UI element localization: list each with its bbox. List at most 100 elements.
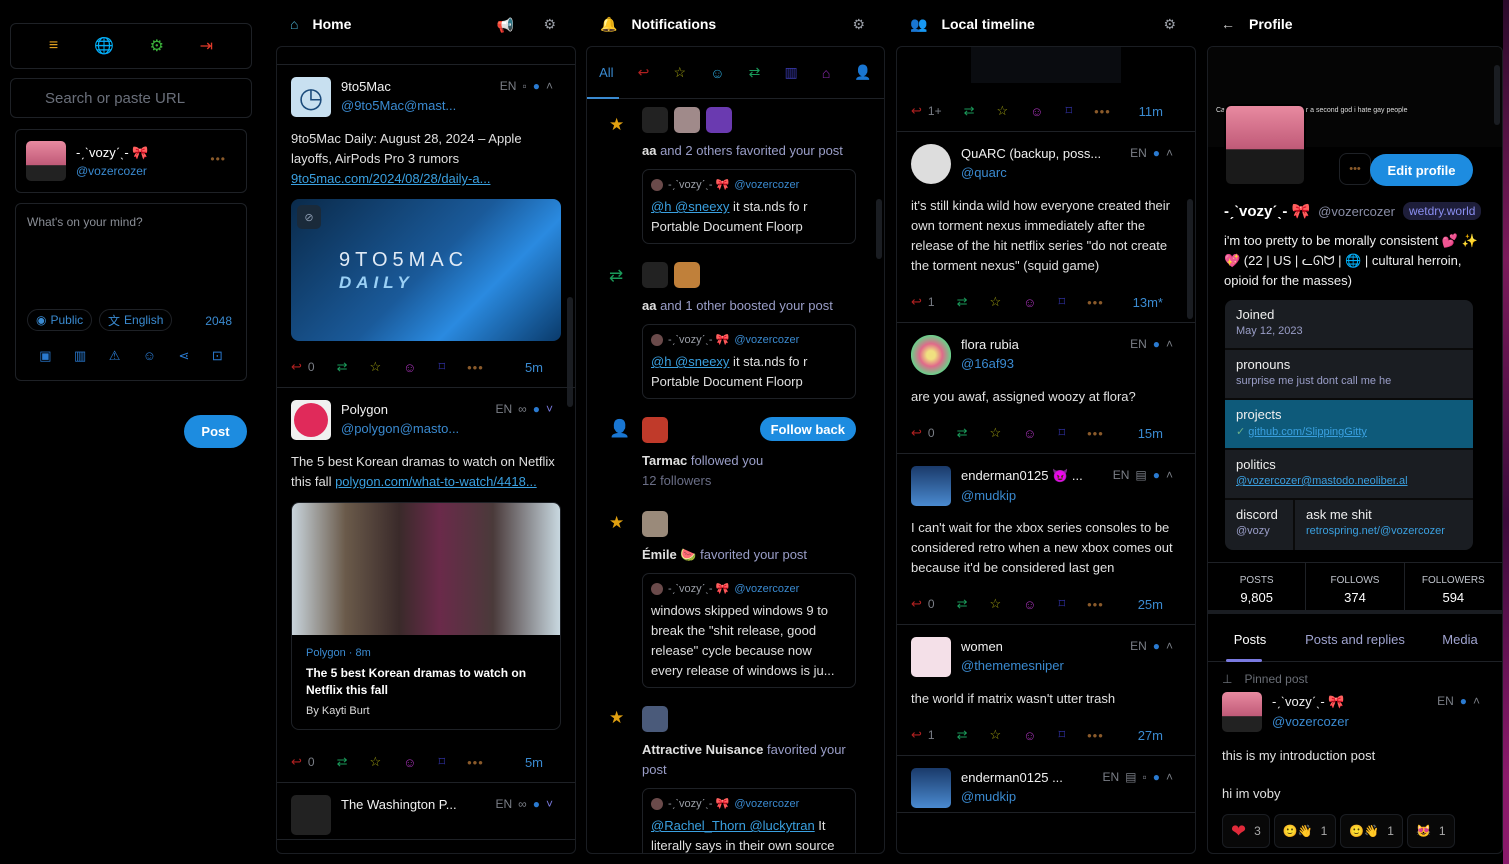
bookmark-icon[interactable]: ⌑ [1058,425,1065,441]
more-icon[interactable]: ••• [1087,295,1104,310]
avatar[interactable] [1222,692,1262,732]
handle[interactable]: @mudkip [961,488,1083,503]
avatar[interactable]: ◷ [291,77,331,117]
avatar[interactable] [642,417,668,443]
reaction-button[interactable]: 🙂👋 1 [1273,814,1337,848]
status[interactable]: ↩ 1+ ⇄ ☆ ☺ ⌑ ••• 11m [897,47,1195,132]
post-button[interactable]: Post [184,415,247,448]
avatar[interactable] [911,768,951,808]
tab-media[interactable]: Media [1418,622,1502,661]
reaction-button[interactable]: ❤ 3 [1222,814,1270,848]
reply-icon[interactable]: ↩ [911,596,922,612]
more-icon[interactable]: ••• [467,755,484,770]
react-icon[interactable]: ☺ [1023,728,1036,743]
tab-favorites[interactable]: ☆ [674,64,687,81]
schedule-icon[interactable]: ⊡ [212,348,223,364]
menu-icon[interactable]: ≡ [49,37,58,55]
status[interactable]: QuARC (backup, poss... @quarc EN ● ˄ it's s… [897,132,1195,323]
collapse-icon[interactable]: ˄ [1473,694,1480,708]
status-link[interactable]: 9to5mac.com/2024/08/28/daily-a... [291,171,490,186]
quoted-post[interactable]: -ˏˋvozyˊˎ- 🎀 @vozercozer @h @sneexy it sta… [642,324,856,399]
status-link[interactable]: polygon.com/what-to-watch/4418... [335,474,537,489]
scrollbar[interactable] [1494,65,1500,125]
timestamp[interactable]: 15m [1138,426,1163,441]
logout-icon[interactable]: ⇥ [200,36,213,56]
avatar[interactable] [642,511,668,537]
mention-link[interactable]: @h @sneexy [651,199,729,214]
notification-item[interactable]: 👤 Follow back Tarmac followed you 12 fol… [587,417,884,491]
globe-icon[interactable]: 🌐 [94,36,114,56]
star-icon[interactable]: ☆ [990,727,1002,743]
stat-followers[interactable]: FOLLOWERS 594 [1405,563,1502,610]
collapse-icon[interactable]: ˄ [1166,146,1173,160]
react-icon[interactable]: ☺ [1023,426,1036,441]
tab-boosts[interactable]: ⇄ [749,64,761,81]
share-icon[interactable]: ⋖ [179,348,190,364]
mention-link[interactable]: @Rachel_Thorn @luckytran [651,818,815,833]
boost-icon[interactable]: ⇄ [957,425,968,441]
quoted-post[interactable]: -ˏˋvozyˊˎ- 🎀 @vozercozer @h @sneexy it sta… [642,169,856,244]
gear-icon[interactable]: ⚙ [1163,16,1176,33]
status[interactable]: flora rubia @16af93 EN ● ˄ are you awaf, as… [897,323,1195,454]
reply-icon[interactable]: ↩ [911,294,922,310]
reply-icon[interactable]: ↩ [911,727,922,743]
react-icon[interactable]: ☺ [1023,295,1036,310]
bookmark-icon[interactable]: ⌑ [438,359,445,375]
more-icon[interactable]: ••• [1339,153,1371,185]
back-arrow-icon[interactable]: ← [1221,16,1235,32]
more-icon[interactable]: ••• [1087,597,1104,612]
avatar[interactable] [911,335,951,375]
profile-avatar[interactable] [1224,104,1306,186]
boost-icon[interactable]: ⇄ [337,754,348,770]
handle[interactable]: @16af93 [961,356,1019,371]
star-icon[interactable]: ☆ [370,754,382,770]
star-icon[interactable]: ☆ [997,103,1009,119]
boost-icon[interactable]: ⇄ [957,294,968,310]
poll-icon[interactable]: ▥ [74,348,86,364]
link-card[interactable]: Polygon · 8m The 5 best Korean dramas to … [291,502,561,730]
expand-icon[interactable]: ˅ [546,402,553,416]
status[interactable]: enderman0125 ... @mudkip EN ▤ ▫ ● ˄ [897,756,1195,813]
compose-box[interactable]: What's on your mind? ◉ Public 文 English 20… [15,203,247,381]
ask-link[interactable]: retrospring.net/@vozercozer [1306,525,1445,537]
media-icon[interactable]: ▣ [39,348,51,364]
bookmark-icon[interactable]: ⌑ [1058,294,1065,310]
notification-item[interactable]: ⇄ aa and 1 other boosted your post -ˏˋvo… [587,262,884,399]
gear-icon[interactable]: ⚙ [543,16,556,33]
bookmark-icon[interactable]: ⌑ [1065,103,1072,119]
tab-polls[interactable]: ▥ [784,64,797,81]
status[interactable]: Polygon @polygon@masto... EN ∞ ● ˅ The 5 bes… [277,388,575,783]
collapse-icon[interactable]: ˄ [1166,468,1173,482]
avatar[interactable] [642,262,668,288]
status[interactable]: women @thememesniper EN ● ˄ the world if ma… [897,625,1195,756]
avatar[interactable] [674,107,700,133]
status[interactable]: enderman0125 😈 ... @mudkip EN ▤ ● ˄ I can't … [897,454,1195,625]
announcements-icon[interactable]: 📢 [497,17,514,34]
boost-icon[interactable]: ⇄ [964,103,975,119]
timestamp[interactable]: 27m [1138,728,1163,743]
collapse-icon[interactable]: ˄ [1166,639,1173,653]
star-icon[interactable]: ☆ [370,359,382,375]
content-warning-icon[interactable]: ⚠ [109,348,121,364]
boost-icon[interactable]: ⇄ [337,359,348,375]
media-image[interactable]: ⊘ 9TO5MAC DAILY [291,199,561,341]
tab-posts-and-replies[interactable]: Posts and replies [1292,622,1418,661]
visibility-button[interactable]: ◉ Public [27,309,93,331]
more-icon[interactable]: ••• [1087,426,1104,441]
handle[interactable]: @thememesniper [961,658,1064,673]
emoji-icon[interactable]: ☺ [143,348,156,364]
tab-follows[interactable]: 👤 [854,64,871,81]
notification-item[interactable]: ★ aa and 2 others favorited your post -ˏ… [587,107,884,244]
more-icon[interactable]: ••• [1094,104,1111,119]
timestamp[interactable]: 11m [1139,104,1163,119]
timestamp[interactable]: 5m [525,755,543,770]
pinned-status[interactable]: -ˏˋvozyˊˎ- 🎀 @vozercozer EN ● ˄ this is my … [1222,692,1488,848]
more-icon[interactable]: ••• [467,360,484,375]
tab-all[interactable]: All [599,65,613,80]
avatar[interactable] [911,637,951,677]
more-icon[interactable]: ••• [1087,728,1104,743]
notification-item[interactable]: ★ Attractive Nuisance favorited your pos… [587,706,884,853]
reply-icon[interactable]: ↩ [291,754,302,770]
reaction-button[interactable]: 🙂👋 1 [1340,814,1403,848]
avatar[interactable] [706,107,732,133]
